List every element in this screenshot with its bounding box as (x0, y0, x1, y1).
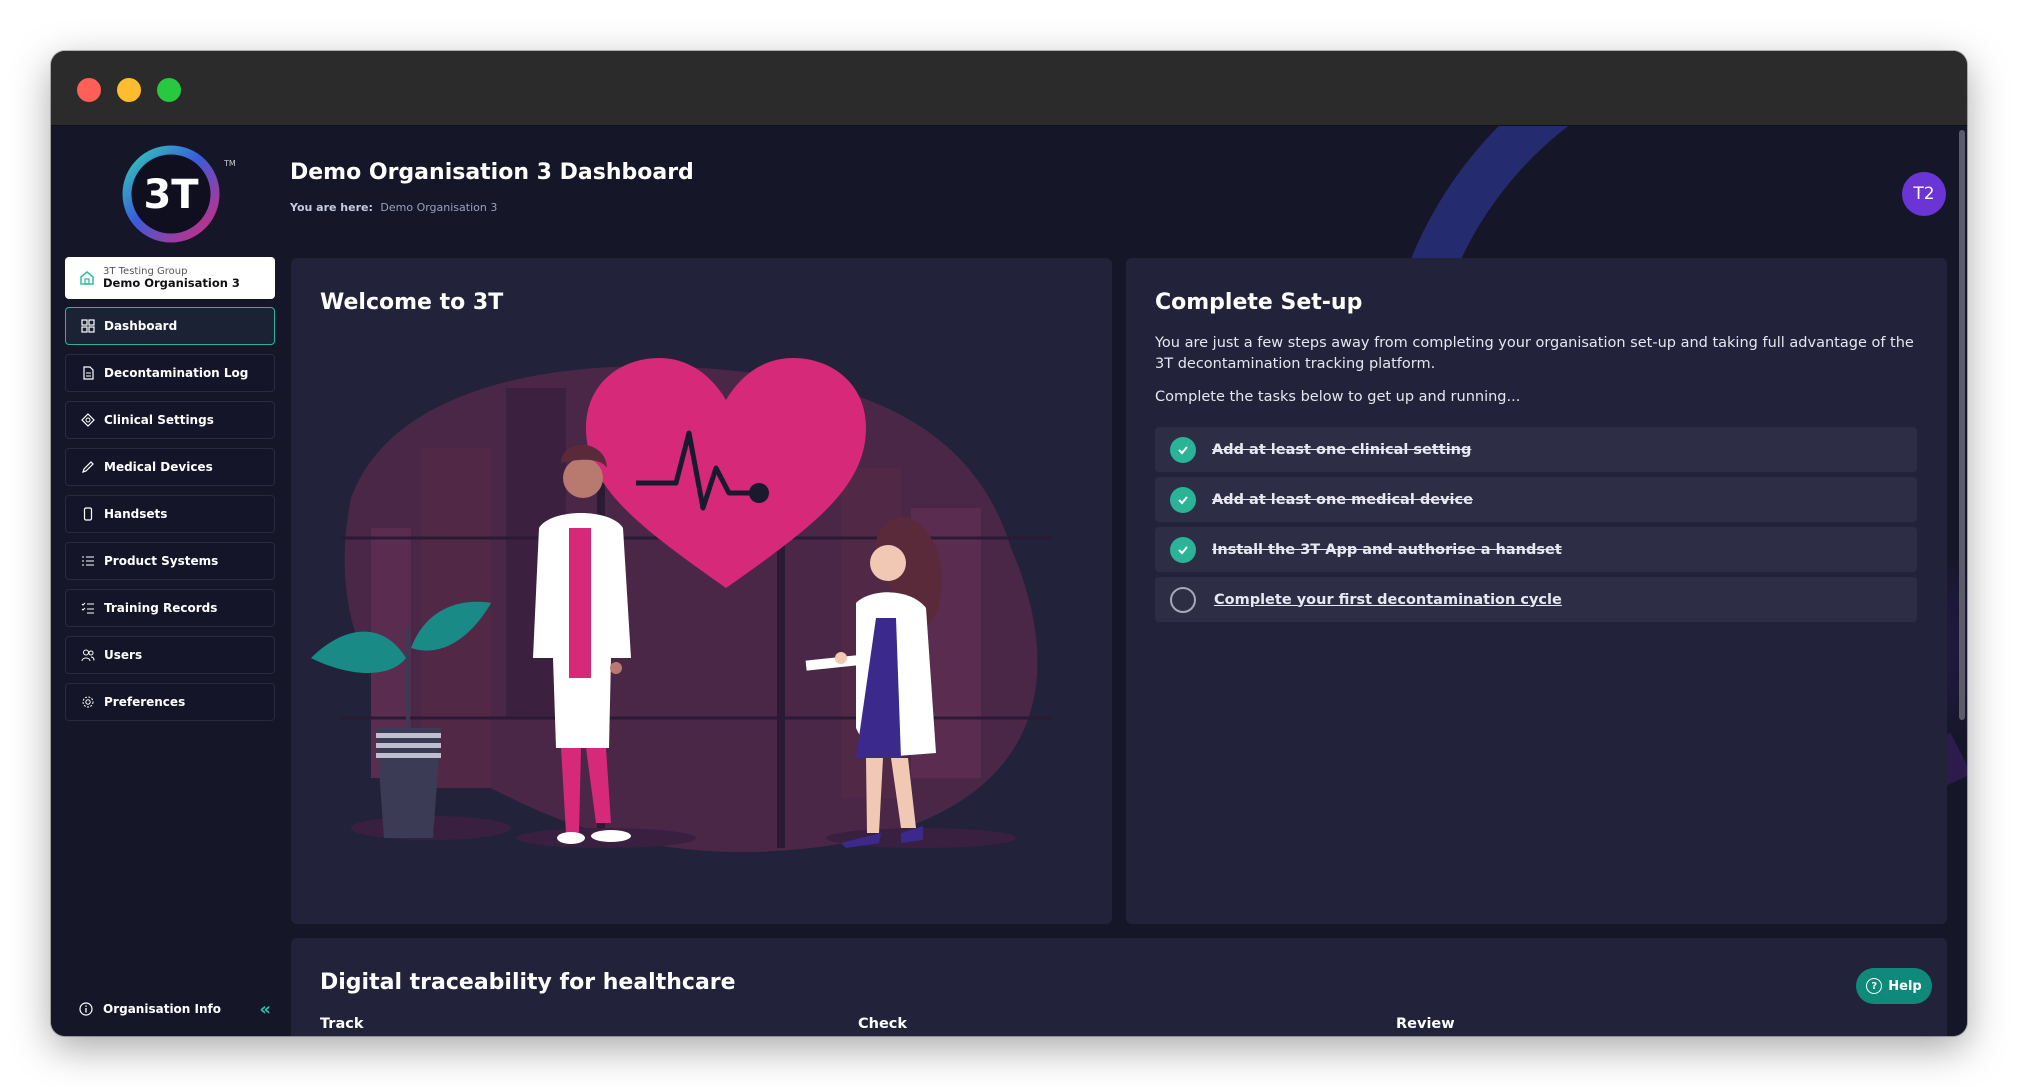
minimize-window-button[interactable] (117, 78, 141, 102)
sidebar-item-label: Users (104, 648, 143, 662)
sidebar-item-clinical-settings[interactable]: Clinical Settings (65, 401, 275, 439)
setup-card: Complete Set-up You are just a few steps… (1126, 258, 1947, 924)
users-icon (80, 648, 96, 662)
info-icon (79, 1002, 95, 1016)
column-review: Review (1396, 1016, 1455, 1032)
column-check: Check (858, 1016, 908, 1032)
scrollbar[interactable] (1959, 130, 1965, 720)
task-item[interactable]: Add at least one medical device (1155, 477, 1917, 522)
diamond-icon (80, 413, 96, 427)
doctors-illustration (311, 358, 1051, 853)
task-label: Install the 3T App and authorise a hands… (1212, 541, 1562, 558)
task-item[interactable]: Add at least one clinical setting (1155, 427, 1917, 472)
chevrons-left-icon[interactable]: « (259, 999, 271, 1020)
app-window: 3T TM 3T Testing Group Demo Organisation… (51, 51, 1967, 1036)
page-title: Demo Organisation 3 Dashboard (290, 160, 694, 185)
document-icon (80, 366, 96, 380)
help-button[interactable]: ? Help (1856, 968, 1932, 1004)
setup-title: Complete Set-up (1155, 290, 1363, 315)
setup-instruction: Complete the tasks below to get up and r… (1155, 389, 1521, 405)
sidebar-item-label: Product Systems (104, 554, 219, 568)
close-window-button[interactable] (77, 78, 101, 102)
checklist-icon (80, 601, 96, 615)
breadcrumb: You are here: Demo Organisation 3 (290, 201, 497, 214)
help-label: Help (1888, 978, 1922, 994)
sidebar-item-label: Clinical Settings (104, 413, 214, 427)
empty-circle-icon (1170, 586, 1196, 613)
task-link[interactable]: Complete your first decontamination cycl… (1214, 592, 1562, 608)
phone-icon (80, 507, 96, 521)
pen-icon (80, 460, 96, 474)
organisation-name: Demo Organisation 3 (103, 276, 240, 290)
setup-description: You are just a few steps away from compl… (1155, 335, 1914, 372)
welcome-card: Welcome to 3T (291, 258, 1112, 924)
sidebar-item-label: Medical Devices (104, 460, 213, 474)
task-item[interactable]: Install the 3T App and authorise a hands… (1155, 527, 1917, 572)
app-logo[interactable]: 3T TM (119, 140, 239, 250)
home-icon (79, 270, 95, 286)
welcome-title: Welcome to 3T (320, 290, 504, 315)
sidebar-item-label: Training Records (104, 601, 218, 615)
sidebar-item-training-records[interactable]: Training Records (65, 589, 275, 627)
grid-icon (80, 319, 96, 333)
question-icon: ? (1866, 978, 1883, 994)
check-circle-icon (1170, 486, 1196, 513)
sidebar-item-decontamination-log[interactable]: Decontamination Log (65, 354, 275, 392)
breadcrumb-label: You are here: (290, 201, 373, 214)
check-circle-icon (1170, 436, 1196, 463)
column-track: Track (320, 1016, 364, 1032)
logo-text: 3T (143, 172, 199, 218)
sidebar-item-medical-devices[interactable]: Medical Devices (65, 448, 275, 486)
window-titlebar (51, 51, 1967, 126)
sidebar-item-label: Dashboard (104, 319, 178, 333)
gear-icon (80, 695, 96, 709)
organisation-info-label: Organisation Info (103, 1002, 221, 1016)
list-icon (80, 554, 96, 568)
task-label: Add at least one clinical setting (1212, 441, 1472, 458)
check-circle-icon (1170, 536, 1196, 563)
logo-trademark: TM (223, 159, 236, 168)
sidebar-item-handsets[interactable]: Handsets (65, 495, 275, 533)
sidebar-item-label: Decontamination Log (104, 366, 249, 380)
traceability-title: Digital traceability for healthcare (320, 970, 736, 995)
sidebar-item-label: Handsets (104, 507, 168, 521)
sidebar-item-label: Preferences (104, 695, 186, 709)
sidebar-item-product-systems[interactable]: Product Systems (65, 542, 275, 580)
user-avatar[interactable]: T2 (1902, 172, 1946, 216)
traceability-card: Digital traceability for healthcare Trac… (291, 938, 1947, 1036)
sidebar-item-dashboard[interactable]: Dashboard (65, 307, 275, 345)
organisation-switcher[interactable]: 3T Testing Group Demo Organisation 3 (65, 257, 275, 299)
breadcrumb-current[interactable]: Demo Organisation 3 (380, 201, 497, 214)
app-content: 3T TM 3T Testing Group Demo Organisation… (51, 126, 1967, 1036)
task-item[interactable]: Complete your first decontamination cycl… (1155, 577, 1917, 622)
organisation-info-link[interactable]: Organisation Info « (65, 994, 275, 1024)
sidebar-item-users[interactable]: Users (65, 636, 275, 674)
sidebar-item-preferences[interactable]: Preferences (65, 683, 275, 721)
maximize-window-button[interactable] (157, 78, 181, 102)
task-label: Add at least one medical device (1212, 491, 1473, 508)
